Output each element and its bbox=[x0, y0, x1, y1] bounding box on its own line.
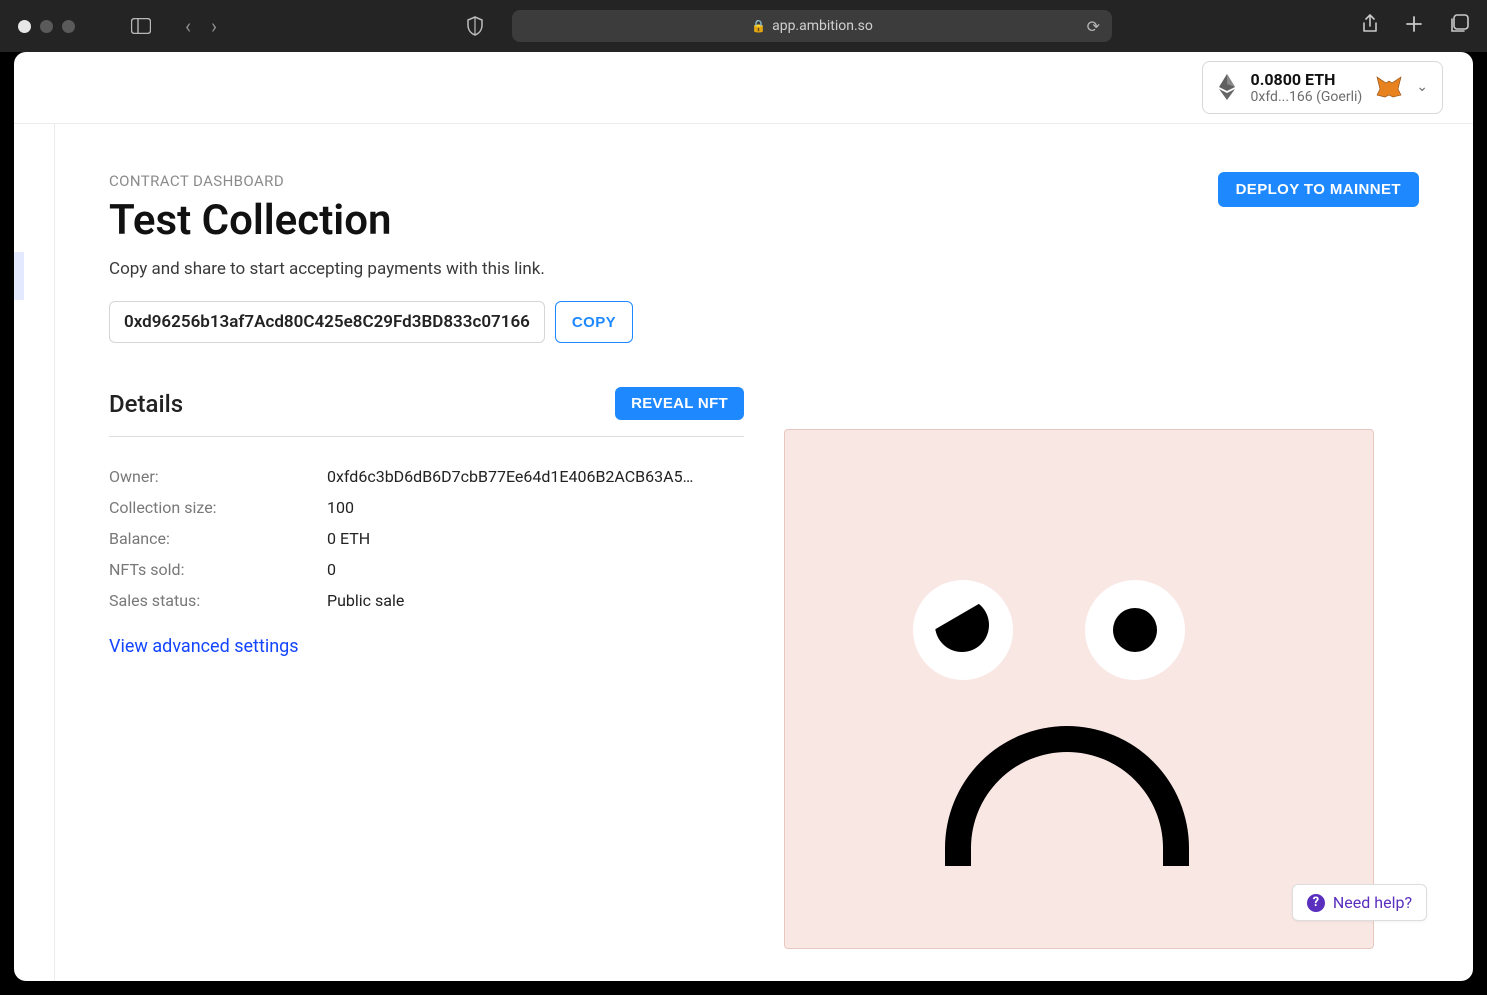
detail-row-sold: NFTs sold: 0 bbox=[109, 554, 744, 585]
details-heading: Details bbox=[109, 390, 183, 418]
new-tab-icon[interactable] bbox=[1405, 15, 1423, 38]
ethereum-icon bbox=[1217, 72, 1237, 102]
detail-label: Owner: bbox=[109, 467, 327, 486]
contract-address[interactable]: 0xd96256b13af7Acd80C425e8C29Fd3BD833c071… bbox=[109, 301, 545, 343]
tabs-overview-icon[interactable] bbox=[1449, 14, 1469, 39]
wallet-connector[interactable]: 0.0800 ETH 0xfd...166 (Goerli) ⌄ bbox=[1202, 61, 1443, 115]
app-header: 0.0800 ETH 0xfd...166 (Goerli) ⌄ bbox=[14, 52, 1473, 124]
chevron-down-icon: ⌄ bbox=[1416, 79, 1428, 95]
help-label: Need help? bbox=[1333, 893, 1412, 912]
detail-row-size: Collection size: 100 bbox=[109, 492, 744, 523]
url-bar[interactable]: 🔒 app.ambition.so ⟳ bbox=[512, 10, 1112, 42]
detail-row-status: Sales status: Public sale bbox=[109, 585, 744, 616]
page-subtitle: Copy and share to start accepting paymen… bbox=[109, 259, 545, 279]
contract-address-row: 0xd96256b13af7Acd80C425e8C29Fd3BD833c071… bbox=[109, 301, 1419, 343]
detail-label: Balance: bbox=[109, 529, 327, 548]
details-table: Owner: 0xfd6c3bD6dB6D7cbB77Ee64d1E406B2A… bbox=[109, 461, 744, 616]
detail-label: Collection size: bbox=[109, 498, 327, 517]
detail-row-balance: Balance: 0 ETH bbox=[109, 523, 744, 554]
detail-label: Sales status: bbox=[109, 591, 327, 610]
help-button[interactable]: ? Need help? bbox=[1292, 884, 1427, 921]
nft-mouth bbox=[945, 726, 1189, 866]
page-title: Test Collection bbox=[109, 196, 545, 245]
page-content: 0.0800 ETH 0xfd...166 (Goerli) ⌄ CONTRAC… bbox=[14, 52, 1473, 981]
detail-value: Public sale bbox=[327, 591, 744, 610]
browser-window: ‹ › 🔒 app.ambition.so ⟳ bbox=[0, 0, 1487, 995]
lock-icon: 🔒 bbox=[751, 19, 766, 33]
refresh-icon[interactable]: ⟳ bbox=[1087, 17, 1100, 36]
toolbar-right bbox=[1361, 14, 1469, 39]
privacy-shield-icon[interactable] bbox=[466, 16, 484, 36]
detail-value: 0 bbox=[327, 560, 744, 579]
side-tab-indicator bbox=[14, 252, 24, 300]
detail-value: 0 ETH bbox=[327, 529, 744, 548]
url-text: app.ambition.so bbox=[772, 18, 873, 34]
copy-button[interactable]: COPY bbox=[555, 301, 633, 343]
sidebar-toggle-icon[interactable] bbox=[131, 18, 151, 34]
close-window-icon[interactable] bbox=[18, 20, 31, 33]
advanced-settings-link[interactable]: View advanced settings bbox=[109, 636, 744, 657]
nft-image bbox=[784, 429, 1374, 949]
nft-pupil-right bbox=[1113, 608, 1157, 652]
detail-value: 0xfd6c3bD6dB6D7cbB77Ee64d1E406B2ACB63A5… bbox=[327, 467, 744, 486]
metamask-icon bbox=[1376, 74, 1402, 100]
detail-label: NFTs sold: bbox=[109, 560, 327, 579]
detail-row-owner: Owner: 0xfd6c3bD6dB6D7cbB77Ee64d1E406B2A… bbox=[109, 461, 744, 492]
help-icon: ? bbox=[1307, 894, 1325, 912]
reveal-nft-button[interactable]: REVEAL NFT bbox=[615, 387, 744, 420]
nft-preview-panel bbox=[784, 429, 1419, 949]
main-content: CONTRACT DASHBOARD Test Collection Copy … bbox=[54, 124, 1473, 981]
wallet-balance: 0.0800 ETH bbox=[1251, 70, 1363, 89]
maximize-window-icon[interactable] bbox=[62, 20, 75, 33]
share-icon[interactable] bbox=[1361, 14, 1379, 39]
back-button[interactable]: ‹ bbox=[185, 14, 191, 38]
forward-button[interactable]: › bbox=[211, 14, 217, 38]
breadcrumb: CONTRACT DASHBOARD bbox=[109, 172, 545, 190]
deploy-mainnet-button[interactable]: DEPLOY TO MAINNET bbox=[1218, 172, 1419, 207]
detail-value: 100 bbox=[327, 498, 744, 517]
wallet-address: 0xfd...166 (Goerli) bbox=[1251, 89, 1363, 106]
wallet-info: 0.0800 ETH 0xfd...166 (Goerli) bbox=[1251, 70, 1363, 106]
browser-toolbar: ‹ › 🔒 app.ambition.so ⟳ bbox=[0, 0, 1487, 52]
minimize-window-icon[interactable] bbox=[40, 20, 53, 33]
nav-arrows: ‹ › bbox=[185, 14, 217, 38]
window-controls bbox=[18, 20, 75, 33]
